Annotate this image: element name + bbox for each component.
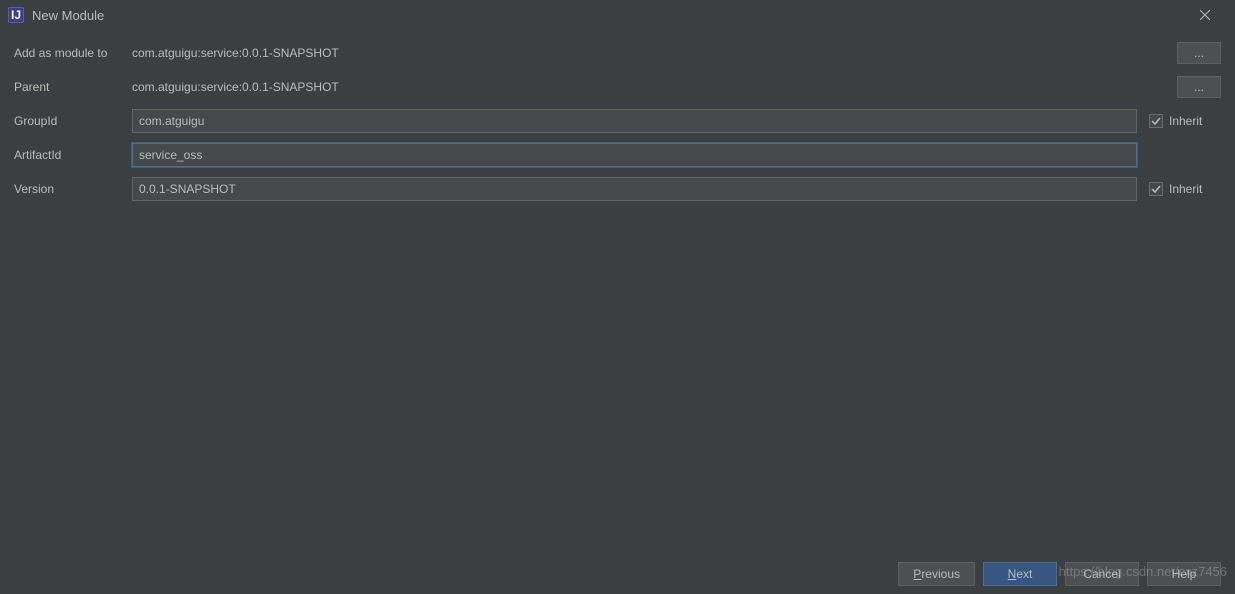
row-group-id: GroupId Inherit xyxy=(14,108,1221,134)
bottom-button-bar: Previous Next Cancel Help xyxy=(0,554,1235,594)
inherit-version-label: Inherit xyxy=(1169,182,1202,196)
artifact-id-input[interactable] xyxy=(132,143,1137,167)
row-artifact-id: ArtifactId xyxy=(14,142,1221,168)
label-artifact-id: ArtifactId xyxy=(14,148,132,162)
ellipsis-icon: ... xyxy=(1194,80,1204,94)
browse-add-as-module-button[interactable]: ... xyxy=(1177,42,1221,64)
check-icon xyxy=(1151,116,1161,126)
window-title: New Module xyxy=(32,8,104,23)
label-group-id: GroupId xyxy=(14,114,132,128)
inherit-group-id-container[interactable]: Inherit xyxy=(1149,114,1221,128)
form-content: Add as module to com.atguigu:service:0.0… xyxy=(0,30,1235,202)
row-parent: Parent com.atguigu:service:0.0.1-SNAPSHO… xyxy=(14,74,1221,100)
inherit-version-container[interactable]: Inherit xyxy=(1149,182,1221,196)
intellij-icon: IJ xyxy=(8,7,24,23)
row-version: Version Inherit xyxy=(14,176,1221,202)
value-add-as-module: com.atguigu:service:0.0.1-SNAPSHOT xyxy=(132,46,1093,60)
ellipsis-icon: ... xyxy=(1194,46,1204,60)
titlebar: IJ New Module xyxy=(0,0,1235,30)
help-button[interactable]: Help xyxy=(1147,562,1221,586)
label-parent: Parent xyxy=(14,80,132,94)
label-version: Version xyxy=(14,182,132,196)
browse-parent-button[interactable]: ... xyxy=(1177,76,1221,98)
previous-button[interactable]: Previous xyxy=(898,562,975,586)
inherit-group-id-checkbox[interactable] xyxy=(1149,114,1163,128)
next-button[interactable]: Next xyxy=(983,562,1057,586)
check-icon xyxy=(1151,184,1161,194)
inherit-version-checkbox[interactable] xyxy=(1149,182,1163,196)
cancel-button[interactable]: Cancel xyxy=(1065,562,1139,586)
value-parent: com.atguigu:service:0.0.1-SNAPSHOT xyxy=(132,80,1093,94)
close-button[interactable] xyxy=(1183,0,1227,30)
inherit-group-id-label: Inherit xyxy=(1169,114,1202,128)
group-id-input[interactable] xyxy=(132,109,1137,133)
close-icon xyxy=(1200,10,1210,20)
row-add-as-module: Add as module to com.atguigu:service:0.0… xyxy=(14,40,1221,66)
label-add-as-module: Add as module to xyxy=(14,46,132,60)
version-input[interactable] xyxy=(132,177,1137,201)
icon-text: IJ xyxy=(11,8,21,22)
